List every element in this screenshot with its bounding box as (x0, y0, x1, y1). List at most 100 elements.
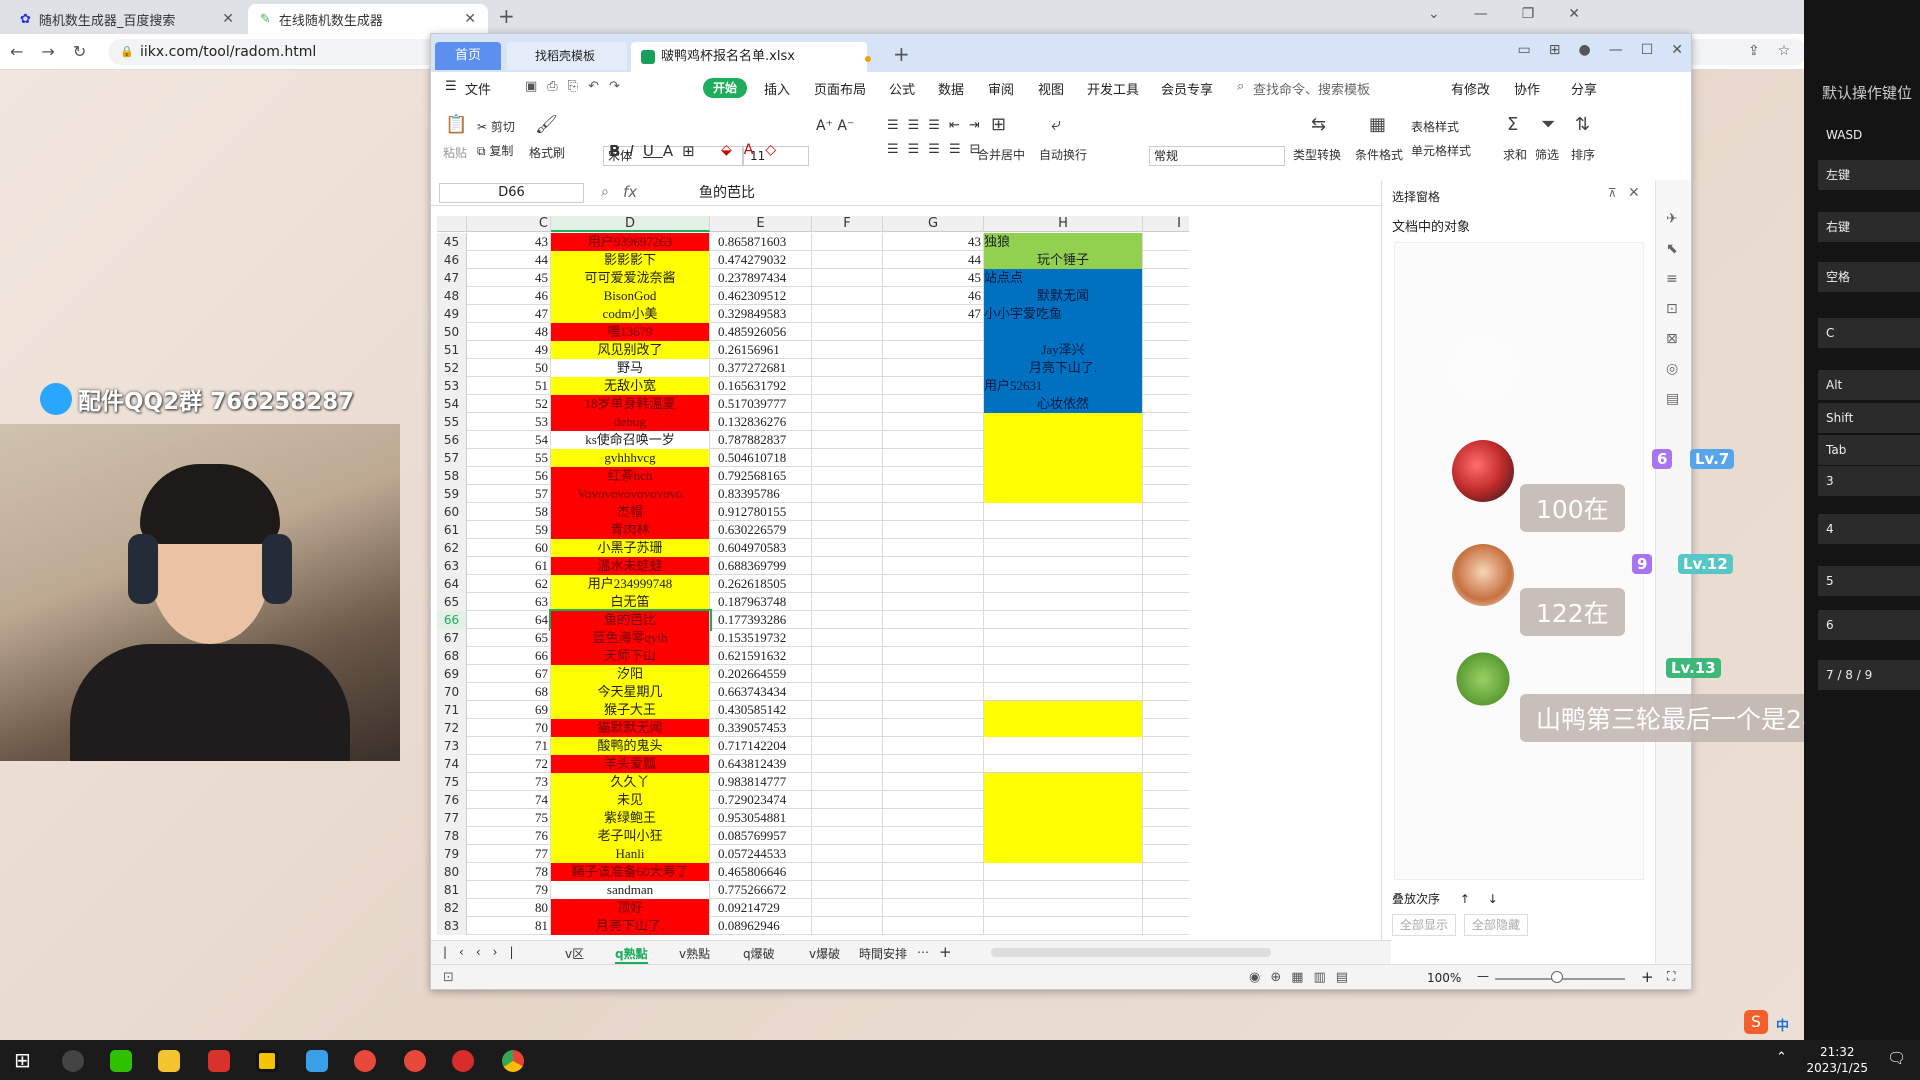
show-all-button[interactable]: 全部显示 (1392, 914, 1456, 936)
formula-input[interactable]: 鱼的芭比 (699, 182, 1239, 204)
cell-i[interactable] (1143, 701, 1189, 719)
macro-icon[interactable]: ⊡ (443, 970, 454, 985)
cut-button[interactable]: ✂ 剪切 (477, 118, 515, 135)
cell-d[interactable]: 今天星期几 (551, 683, 710, 701)
cell-d[interactable]: 未见 (551, 791, 710, 809)
cell-e[interactable]: 0.202664559 (710, 665, 812, 683)
cell-f[interactable] (812, 287, 883, 305)
row-header[interactable]: 53 (437, 377, 467, 395)
row-header[interactable]: 54 (437, 395, 467, 413)
row-header[interactable]: 80 (437, 863, 467, 881)
cell-h[interactable] (984, 629, 1143, 647)
cell-f[interactable] (812, 557, 883, 575)
cell-d[interactable]: 嘿13679 (551, 323, 710, 341)
table-style-button[interactable]: 表格样式 (1411, 118, 1459, 135)
cell-e[interactable]: 0.485926056 (710, 323, 812, 341)
cell-f[interactable] (812, 575, 883, 593)
menu-layout[interactable]: 页面布局 (814, 79, 866, 98)
convert-icon[interactable]: ⇆ (1311, 114, 1326, 135)
cell-i[interactable] (1143, 377, 1189, 395)
cell-c[interactable]: 48 (467, 323, 551, 341)
fill-color-icons[interactable]: ⬙A◇ (721, 142, 788, 158)
cell-c[interactable]: 65 (467, 629, 551, 647)
cell-e[interactable]: 0.085769957 (710, 827, 812, 845)
select-all-corner[interactable] (437, 216, 467, 232)
cell-d[interactable]: Hanli (551, 845, 710, 863)
menu-dev[interactable]: 开发工具 (1087, 79, 1139, 98)
cell-f[interactable] (812, 377, 883, 395)
cell-g[interactable] (883, 791, 984, 809)
cell-c[interactable]: 47 (467, 305, 551, 323)
view-mode-icons[interactable]: ◉⊕▦▥▤ (1249, 970, 1358, 985)
add-sheet-button[interactable]: + (939, 943, 952, 961)
close-icon[interactable]: ✕ (1628, 185, 1640, 201)
cell-d[interactable]: 酸鸭的鬼头 (551, 737, 710, 755)
close-icon[interactable]: ✕ (1568, 6, 1580, 22)
cell-f[interactable] (812, 719, 883, 737)
cell-i[interactable] (1143, 773, 1189, 791)
cell-e[interactable]: 0.912780155 (710, 503, 812, 521)
arrow-up-icon[interactable]: ↑ (1460, 892, 1470, 906)
cell-g[interactable] (883, 629, 984, 647)
more-sheets-icon[interactable]: ⋯ (917, 945, 929, 959)
cell-i[interactable] (1143, 521, 1189, 539)
cell-i[interactable] (1143, 593, 1189, 611)
cell-d[interactable]: 鞘子该准备60大寿了 (551, 863, 710, 881)
cell-c[interactable]: 61 (467, 557, 551, 575)
cell-f[interactable] (812, 737, 883, 755)
cell-g[interactable] (883, 503, 984, 521)
cell-d[interactable]: 羊头爱瓢 (551, 755, 710, 773)
row-header[interactable]: 52 (437, 359, 467, 377)
cell-d[interactable]: 杰帽 (551, 503, 710, 521)
sheet-tab[interactable]: v熟點 (679, 945, 710, 962)
cell-f[interactable] (812, 521, 883, 539)
menu-insert[interactable]: 插入 (764, 79, 790, 98)
row-header[interactable]: 73 (437, 737, 467, 755)
cell-h[interactable] (984, 755, 1143, 773)
cell-d[interactable]: 用户234999748 (551, 575, 710, 593)
cell-f[interactable] (812, 467, 883, 485)
zoom-level[interactable]: 100% (1427, 971, 1461, 985)
cond-format-button[interactable]: 条件格式 (1355, 146, 1403, 163)
merge-icon[interactable]: ⊞ (991, 114, 1006, 135)
sort-button[interactable]: 排序 (1571, 146, 1595, 163)
cell-h[interactable] (984, 539, 1143, 557)
app-icon[interactable] (354, 1050, 376, 1072)
cell-i[interactable] (1143, 485, 1189, 503)
cell-e[interactable]: 0.465806646 (710, 863, 812, 881)
filter-icon[interactable]: ⏷ (1541, 114, 1555, 135)
row-header[interactable]: 64 (437, 575, 467, 593)
align-icons-bottom[interactable]: ☰☰☰☰⊟ (887, 142, 990, 157)
cell-d[interactable]: 红茶hch (551, 467, 710, 485)
cell-g[interactable]: 43 (883, 233, 984, 251)
row-header[interactable]: 46 (437, 251, 467, 269)
close-icon[interactable]: ✕ (1671, 42, 1683, 58)
pane-title[interactable]: 选择窗格 (1392, 188, 1440, 205)
cell-h[interactable] (984, 611, 1143, 629)
tab-home[interactable]: 首页 (435, 42, 501, 70)
cell-g[interactable] (883, 539, 984, 557)
cell-e[interactable]: 0.165631792 (710, 377, 812, 395)
cell-e[interactable]: 0.729023474 (710, 791, 812, 809)
cell-e[interactable]: 0.08962946 (710, 917, 812, 935)
row-header[interactable]: 55 (437, 413, 467, 431)
cell-e[interactable]: 0.462309512 (710, 287, 812, 305)
cell-i[interactable] (1143, 755, 1189, 773)
cell-g[interactable] (883, 431, 984, 449)
cell-g[interactable] (883, 917, 984, 935)
avatar[interactable]: ● (1578, 42, 1590, 58)
cell-d[interactable]: 鱼的芭比 (549, 609, 712, 631)
cell-c[interactable]: 68 (467, 683, 551, 701)
paste-icon[interactable]: 📋 (445, 114, 467, 135)
cell-style-button[interactable]: 单元格样式 (1411, 142, 1471, 159)
cell-e[interactable]: 0.377272681 (710, 359, 812, 377)
row-header[interactable]: 48 (437, 287, 467, 305)
cell-i[interactable] (1143, 845, 1189, 863)
format-painter-icon[interactable]: 🖌 (535, 114, 558, 135)
cell-c[interactable]: 51 (467, 377, 551, 395)
cell-h[interactable]: 月亮下山了. (984, 359, 1143, 377)
sheet-tab[interactable]: v区 (565, 945, 584, 962)
cell-e[interactable]: 0.83395786 (710, 485, 812, 503)
share-icon[interactable]: ⇪ (1748, 43, 1760, 59)
cell-d[interactable]: codm小美 (551, 305, 710, 323)
